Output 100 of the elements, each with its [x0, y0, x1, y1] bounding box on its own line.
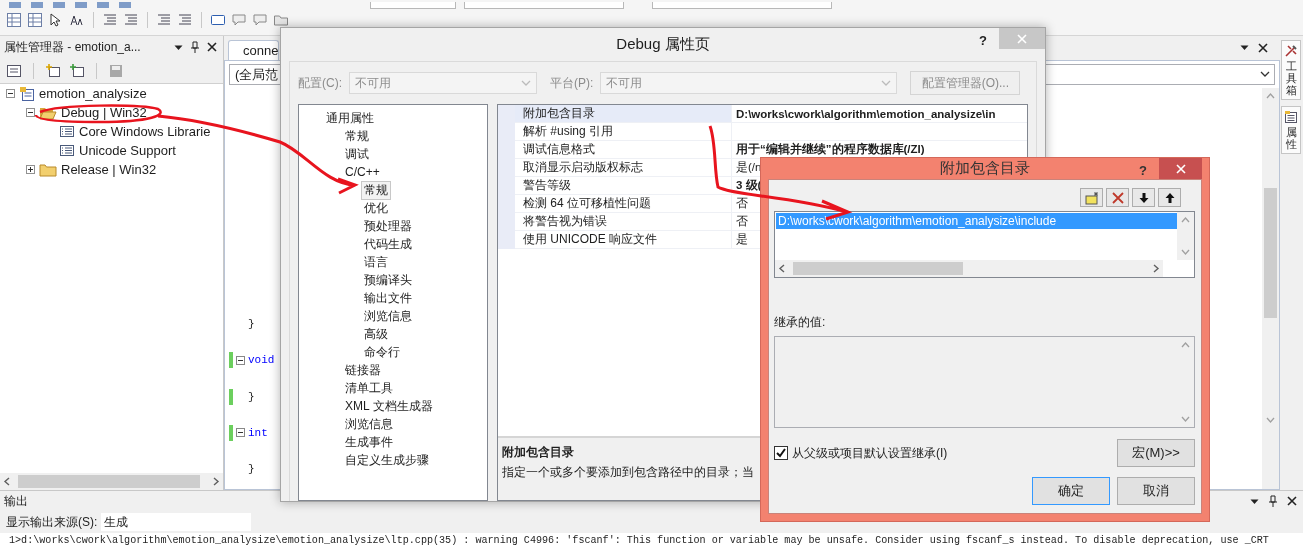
panel-title: 属性管理器 - emotion_a... — [4, 38, 142, 56]
description-title: 附加包含目录 — [502, 444, 574, 461]
property-name[interactable]: 使用 UNICODE 响应文件 — [515, 231, 732, 249]
tree-item[interactable]: 自定义生成步骤 — [342, 450, 432, 470]
field-label: 平台(P): — [550, 74, 594, 92]
dropdown-icon[interactable] — [1240, 43, 1249, 52]
chevron-down-icon — [521, 79, 531, 87]
combo-field[interactable] — [370, 2, 456, 9]
combo-field[interactable] — [464, 2, 624, 9]
checkbox-label[interactable]: 从父级或项目默认设置继承(I) — [792, 444, 948, 462]
ok-button[interactable]: 确定 — [1032, 477, 1110, 505]
tree-item[interactable]: 链接器 — [342, 360, 384, 380]
property-name[interactable]: 附加包含目录 — [515, 105, 732, 123]
tree-item[interactable]: 调试 — [342, 144, 372, 164]
save-icon[interactable] — [108, 62, 124, 79]
side-tab[interactable]: 工具箱 — [1281, 40, 1301, 101]
tree-item[interactable]: XML 文档生成器 — [342, 396, 436, 416]
code-text: } — [248, 318, 255, 330]
tree-item[interactable]: C/C++ — [342, 164, 383, 180]
tree-item[interactable]: 预处理器 — [361, 216, 415, 236]
tree-item[interactable]: 代码生成 — [361, 234, 415, 254]
tree-item[interactable]: 浏览信息 — [342, 414, 396, 434]
pin-icon[interactable] — [1268, 495, 1278, 507]
toolbar-icon[interactable] — [52, 2, 66, 9]
property-name[interactable]: 警告等级 — [515, 177, 732, 195]
property-sheet-icon[interactable] — [6, 62, 22, 79]
chevron-down-icon[interactable] — [1260, 71, 1270, 78]
property-value[interactable]: 是 — [736, 232, 748, 247]
window-icon[interactable] — [210, 12, 226, 28]
tree-item[interactable]: 常规 — [361, 180, 391, 200]
property-value[interactable]: D:\works\cwork\algorithm\emotion_analysize\in — [736, 107, 996, 120]
add-sheet-icon[interactable] — [69, 62, 85, 79]
help-button[interactable]: ? — [979, 28, 987, 48]
tree-item[interactable]: 通用属性 — [323, 108, 377, 128]
property-name[interactable]: 检测 64 位可移植性问题 — [515, 195, 732, 213]
tree-item[interactable]: 高级 — [361, 324, 391, 344]
checkmark-icon — [776, 448, 786, 458]
close-icon[interactable] — [1287, 496, 1297, 506]
tree-item[interactable]: 命令行 — [361, 342, 403, 362]
tree-item[interactable]: Release | Win32 — [61, 162, 157, 177]
tree-item[interactable]: 常规 — [342, 126, 372, 146]
editor-tab[interactable]: conne — [228, 40, 280, 60]
help-button[interactable]: ? — [1139, 158, 1147, 178]
expand-icon[interactable] — [26, 165, 35, 174]
combo-field[interactable] — [652, 2, 832, 9]
tools-icon — [1284, 44, 1298, 58]
property-value[interactable]: 用于“编辑并继续”的程序数据库(/ZI) — [736, 142, 925, 157]
tree-item[interactable]: 清单工具 — [342, 378, 396, 398]
tree-item[interactable]: 输出文件 — [361, 288, 415, 308]
property-value[interactable]: 否 — [736, 214, 748, 229]
align-icon[interactable] — [156, 12, 172, 28]
scrollbar[interactable] — [0, 473, 223, 490]
pin-icon[interactable] — [190, 41, 200, 53]
scrollbar[interactable] — [1177, 212, 1194, 260]
toolbar-icon[interactable] — [74, 2, 88, 9]
close-icon[interactable] — [1258, 43, 1268, 53]
collapse-icon[interactable] — [26, 108, 35, 117]
tree-item[interactable]: Core Windows Librarie — [79, 124, 211, 139]
tree-item[interactable]: 优化 — [361, 198, 391, 218]
property-sheet-icon — [1284, 110, 1298, 125]
property-name[interactable]: 解析 #using 引用 — [515, 123, 732, 141]
tree-item[interactable]: 语言 — [361, 252, 391, 272]
toolbar-icon[interactable] — [96, 2, 110, 9]
collapse-icon[interactable] — [6, 89, 15, 98]
property-name[interactable]: 取消显示启动版权标志 — [515, 159, 732, 177]
align-icon[interactable] — [102, 12, 118, 28]
source-dropdown[interactable]: 生成 — [101, 513, 252, 531]
align-icon[interactable] — [123, 12, 139, 28]
property-name[interactable]: 调试信息格式 — [515, 141, 732, 159]
scrollbar[interactable] — [775, 260, 1163, 277]
comment-icon[interactable] — [231, 12, 247, 28]
tree-item[interactable]: Unicode Support — [79, 143, 176, 158]
toolbar-icon[interactable] — [30, 2, 44, 9]
collapse-icon[interactable] — [236, 355, 245, 365]
tree-item[interactable]: emotion_analysize — [39, 86, 147, 101]
close-button[interactable] — [1159, 158, 1202, 179]
toolbar-icon[interactable] — [118, 2, 132, 9]
field-label: 继承的值: — [774, 314, 827, 331]
tree-item[interactable]: 生成事件 — [342, 432, 396, 452]
grid-icon[interactable] — [27, 12, 43, 28]
collapse-icon[interactable] — [236, 428, 245, 438]
property-sheet-icon — [59, 125, 75, 138]
property-value[interactable]: 否 — [736, 196, 748, 211]
checkbox[interactable] — [774, 446, 788, 460]
comment-icon[interactable] — [252, 12, 268, 28]
grid-icon[interactable] — [6, 12, 22, 28]
toolbar-icon[interactable] — [8, 2, 22, 9]
macros-button[interactable]: 宏(M)>> — [1117, 439, 1195, 467]
tree-item[interactable]: Debug | Win32 — [61, 105, 147, 120]
cancel-button[interactable]: 取消 — [1117, 477, 1195, 505]
tree-item[interactable]: 预编译头 — [361, 270, 415, 290]
description-text: 指定一个或多个要添加到包含路径中的目录；当 — [502, 464, 754, 481]
folder-icon[interactable] — [273, 12, 289, 28]
add-sheet-icon[interactable] — [45, 62, 61, 79]
tree-item[interactable]: 浏览信息 — [361, 306, 415, 326]
align-icon[interactable] — [177, 12, 193, 28]
close-icon[interactable] — [207, 42, 217, 52]
side-tab[interactable]: 属性 — [1281, 106, 1301, 155]
property-sheet-icon — [59, 144, 75, 157]
property-name[interactable]: 将警告视为错误 — [515, 213, 732, 231]
